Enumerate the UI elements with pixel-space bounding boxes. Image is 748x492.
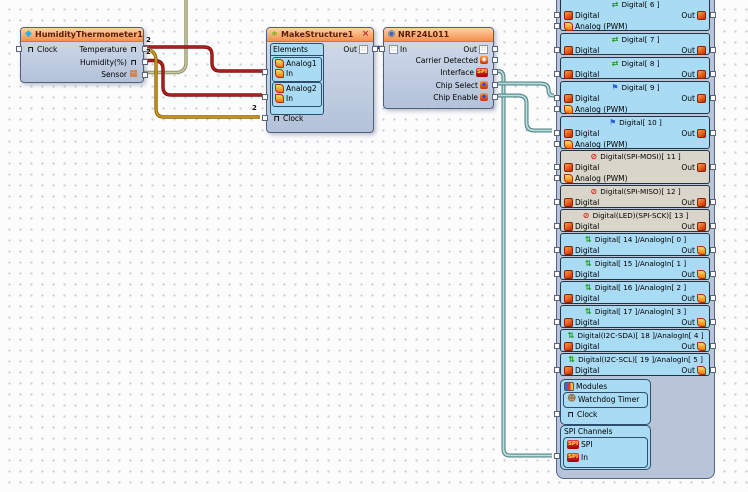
pin-out-output[interactable] bbox=[372, 46, 378, 52]
carrier-detected-icon: ◉ bbox=[480, 56, 488, 64]
pin-row-temperature: Temperature ⊓ bbox=[79, 44, 138, 54]
wire-count-badge: 2 bbox=[146, 48, 151, 56]
element-label: Analog1 bbox=[286, 59, 317, 68]
pin-label: Humidity(%) bbox=[80, 58, 127, 67]
pin-clock-input[interactable] bbox=[16, 46, 22, 52]
element-row: Analog1 bbox=[273, 58, 321, 68]
analog-icon bbox=[275, 69, 284, 78]
wire-count-badge: 2 bbox=[146, 36, 151, 44]
pin-row-out: Out ∷ bbox=[463, 44, 488, 54]
pin-row-chip-enable: Chip Enable ◆ bbox=[433, 92, 488, 102]
structure-icon: ∷ bbox=[389, 45, 398, 54]
chip-select-icon: ◆ bbox=[480, 81, 488, 89]
pulse-icon: ⊓ bbox=[272, 114, 281, 123]
component-title: NRF24L011 bbox=[398, 30, 449, 39]
pin-carrier-detected[interactable] bbox=[492, 57, 498, 63]
component-make-structure[interactable]: * MakeStructure1 × Out ∷ Elements Analog… bbox=[266, 27, 374, 133]
pin-out-output[interactable] bbox=[492, 46, 498, 52]
component-title: MakeStructure1 bbox=[281, 30, 353, 39]
pin-row-clock: ⊓ Clock bbox=[272, 113, 303, 123]
pin-row-chip-select: Chip Select ◆ bbox=[436, 80, 488, 90]
pin-interface[interactable] bbox=[492, 69, 498, 75]
pin-label: Chip Select bbox=[436, 81, 478, 90]
pin-label: Clock bbox=[283, 114, 303, 123]
analog-icon bbox=[275, 94, 284, 103]
thermometer-icon: ◆ bbox=[24, 30, 33, 39]
sparkle-icon: * bbox=[270, 30, 279, 39]
pin-humidity-output[interactable] bbox=[142, 59, 148, 65]
pulse-icon: ⊓ bbox=[26, 45, 35, 54]
pin-label: Temperature bbox=[79, 45, 127, 54]
pulse-icon: ⊓ bbox=[129, 45, 138, 54]
pulse-icon: ⊓ bbox=[129, 58, 138, 67]
sensor-icon: ▦ bbox=[129, 70, 138, 79]
component-title-bar[interactable]: * MakeStructure1 × bbox=[267, 28, 373, 42]
pin-label: Chip Enable bbox=[433, 93, 478, 102]
elements-header: Elements bbox=[271, 44, 323, 56]
analog-icon bbox=[275, 59, 284, 68]
pin-chip-select[interactable] bbox=[492, 82, 498, 88]
pin-clock-input[interactable] bbox=[262, 115, 268, 121]
structure-icon: ∷ bbox=[359, 45, 368, 54]
pin-label: Clock bbox=[37, 45, 57, 54]
pin-analog2-in[interactable] bbox=[262, 94, 268, 100]
spi-icon: SPI bbox=[476, 68, 488, 77]
component-humidity-thermometer[interactable]: ◆ HumidityThermometer1 ⊓ Clock Temperatu… bbox=[20, 27, 144, 83]
pin-row-out: Out ∷ bbox=[343, 44, 368, 54]
element-pin-row: In bbox=[273, 93, 321, 103]
pin-label: In bbox=[286, 94, 293, 103]
element-analog1[interactable]: Analog1 In bbox=[272, 57, 322, 82]
element-label: Analog2 bbox=[286, 84, 317, 93]
analog-icon bbox=[275, 84, 284, 93]
pin-label: Carrier Detected bbox=[416, 56, 478, 65]
pin-row-carrier-detected: Carrier Detected ◉ bbox=[416, 55, 488, 65]
pin-row-interface: Interface SPI bbox=[440, 67, 488, 77]
pin-label: Out bbox=[463, 45, 477, 54]
tools-icon: × bbox=[361, 30, 370, 39]
component-title: HumidityThermometer1 bbox=[35, 30, 143, 39]
component-title-bar[interactable]: ◉ NRF24L011 bbox=[384, 28, 493, 42]
element-row: Analog2 bbox=[273, 83, 321, 93]
pin-label: Out bbox=[343, 45, 357, 54]
pin-row-in: ∷ In bbox=[389, 44, 407, 54]
element-pin-row: In bbox=[273, 68, 321, 78]
wire-humidity-to-analog2[interactable] bbox=[144, 61, 262, 96]
elements-panel: Elements Analog1 In Analog2 In bbox=[270, 43, 324, 115]
wire-stroke bbox=[144, 61, 262, 96]
pin-label: Interface bbox=[440, 68, 474, 77]
wire-stroke bbox=[498, 96, 552, 131]
pin-row-sensor: Sensor ▦ bbox=[101, 70, 138, 80]
component-title-bar[interactable]: ◆ HumidityThermometer1 bbox=[21, 28, 143, 42]
pin-row-clock: ⊓ Clock bbox=[26, 44, 57, 54]
component-nrf24l01[interactable]: ◉ NRF24L011 ∷ In Out ∷ Carrier Detected … bbox=[383, 27, 494, 109]
pin-label: Sensor bbox=[101, 70, 127, 79]
element-analog2[interactable]: Analog2 In bbox=[272, 82, 322, 107]
visuino-design-canvas[interactable]: ◆ HumidityThermometer1 ⊓ Clock Temperatu… bbox=[0, 0, 748, 492]
pin-chip-enable[interactable] bbox=[492, 94, 498, 100]
pin-sensor[interactable] bbox=[142, 72, 148, 78]
pin-in-input[interactable] bbox=[379, 46, 385, 52]
radio-icon: ◉ bbox=[387, 30, 396, 39]
wire-count-badge: 2 bbox=[252, 104, 257, 112]
pin-row-humidity: Humidity(%) ⊓ bbox=[80, 57, 138, 67]
chip-enable-icon: ◆ bbox=[480, 93, 488, 101]
structure-icon: ∷ bbox=[479, 45, 488, 54]
pin-label: In bbox=[400, 45, 407, 54]
pin-analog1-in[interactable] bbox=[262, 69, 268, 75]
pin-label: In bbox=[286, 69, 293, 78]
wire-chip-enable-to-digital10[interactable] bbox=[498, 96, 552, 131]
